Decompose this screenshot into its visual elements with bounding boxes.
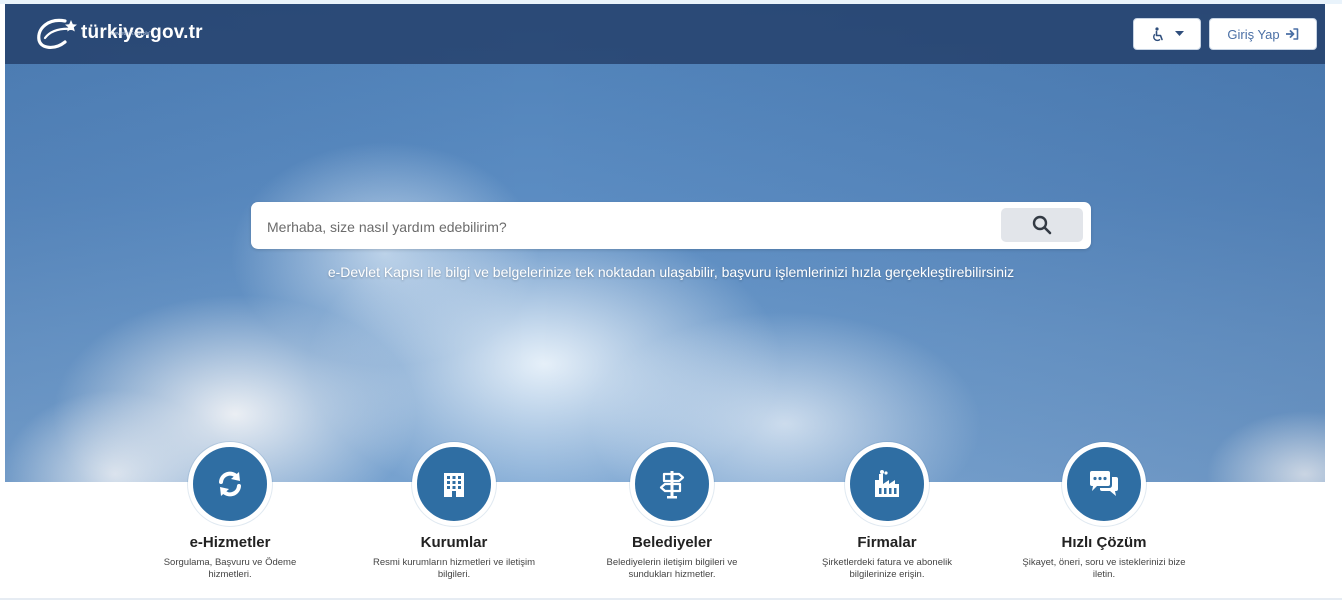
login-button[interactable]: Giriş Yap bbox=[1209, 18, 1317, 50]
card-title: Hızlı Çözüm bbox=[1061, 534, 1147, 551]
wheelchair-icon bbox=[1152, 26, 1163, 41]
logo-swoosh-icon bbox=[37, 18, 77, 49]
card-description: Resmi kurumların hizmetleri ve iletişim … bbox=[372, 557, 536, 580]
card-title: Firmalar bbox=[857, 534, 917, 551]
card-title: Kurumlar bbox=[420, 534, 488, 551]
card-description: Şikayet, öneri, soru ve isteklerinizi bi… bbox=[1022, 557, 1186, 580]
hero-tagline: e-Devlet Kapısı ile bilgi ve belgelerini… bbox=[327, 264, 1015, 280]
login-label: Giriş Yap bbox=[1227, 26, 1280, 42]
card-title: e-Hizmetler bbox=[189, 534, 271, 551]
building-icon bbox=[444, 473, 464, 497]
card-description: Şirketlerdeki fatura ve abonelik bilgile… bbox=[822, 557, 952, 580]
card-icon-circle bbox=[630, 442, 714, 526]
card-description: Sorgulama, Başvuru ve Ödeme hizmetleri. bbox=[163, 557, 297, 580]
card-belediyeler[interactable]: Belediyeler Belediyelerin iletişim bilgi… bbox=[582, 442, 762, 581]
accessibility-dropdown-button[interactable] bbox=[1133, 18, 1201, 50]
card-icon-circle bbox=[845, 442, 929, 526]
card-icon-circle bbox=[412, 442, 496, 526]
caret-down-icon bbox=[1174, 31, 1184, 36]
search-input[interactable] bbox=[265, 202, 989, 251]
logo-tagline: "Devletin Kısayolu" bbox=[109, 31, 152, 37]
card-icon-circle bbox=[188, 442, 272, 526]
factory-icon bbox=[875, 470, 899, 497]
card-e-hizmetler[interactable]: e-Hizmetler Sorgulama, Başvuru ve Ödeme … bbox=[140, 442, 320, 581]
bottom-divider bbox=[0, 598, 1342, 600]
signpost-icon bbox=[659, 471, 685, 499]
sign-in-icon bbox=[1285, 28, 1298, 40]
search-icon bbox=[1032, 215, 1052, 235]
card-description: Belediyelerin iletişim bilgileri ve sund… bbox=[606, 557, 738, 580]
card-icon-circle bbox=[1062, 442, 1146, 526]
search-box bbox=[251, 202, 1091, 251]
top-navbar: türkiye.gov.tr "Devletin Kısayolu" Giriş… bbox=[5, 4, 1325, 64]
card-hizli-cozum[interactable]: Hızlı Çözüm Şikayet, öneri, soru ve iste… bbox=[1014, 442, 1194, 581]
refresh-icon bbox=[219, 471, 241, 497]
chat-icon bbox=[1090, 471, 1118, 496]
search-button[interactable] bbox=[1001, 208, 1083, 242]
card-title: Belediyeler bbox=[631, 534, 713, 551]
card-kurumlar[interactable]: Kurumlar Resmi kurumların hizmetleri ve … bbox=[364, 442, 544, 581]
card-firmalar[interactable]: Firmalar Şirketlerdeki fatura ve aboneli… bbox=[797, 442, 977, 581]
